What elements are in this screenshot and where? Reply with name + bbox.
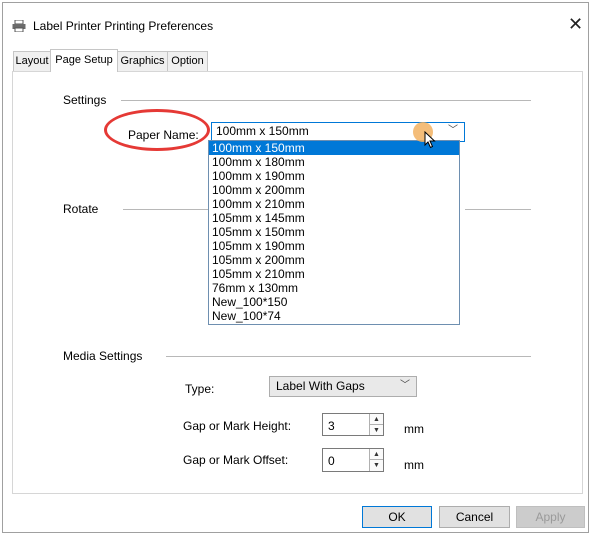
dropdown-option[interactable]: 105mm x 150mm xyxy=(209,225,459,239)
ok-button[interactable]: OK xyxy=(362,506,432,528)
type-value: Label With Gaps xyxy=(276,379,365,393)
settings-section-label: Settings xyxy=(63,93,107,107)
media-section-label: Media Settings xyxy=(63,349,143,363)
tab-option[interactable]: Option xyxy=(167,51,208,71)
dropdown-option[interactable]: 105mm x 145mm xyxy=(209,211,459,225)
settings-divider xyxy=(121,100,531,101)
rotate-divider-right xyxy=(465,209,531,210)
tab-layout[interactable]: Layout xyxy=(13,51,51,71)
gap-height-spin-buttons: ▲ ▼ xyxy=(369,414,383,435)
gap-offset-value: 0 xyxy=(328,454,335,468)
chevron-down-icon: ﹀ xyxy=(448,125,458,136)
spin-up-icon[interactable]: ▲ xyxy=(370,414,383,425)
dropdown-option[interactable]: 100mm x 210mm xyxy=(209,197,459,211)
dropdown-option[interactable]: 100mm x 190mm xyxy=(209,169,459,183)
dropdown-option[interactable]: 105mm x 190mm xyxy=(209,239,459,253)
mouse-cursor-icon xyxy=(424,131,436,149)
dropdown-option[interactable]: 100mm x 150mm xyxy=(209,141,459,155)
dropdown-option[interactable]: 105mm x 210mm xyxy=(209,267,459,281)
gap-height-stepper[interactable]: 3 ▲ ▼ xyxy=(322,413,384,436)
window-title: Label Printer Printing Preferences xyxy=(33,19,214,33)
gap-offset-unit: mm xyxy=(404,458,424,472)
rotate-section-label: Rotate xyxy=(63,202,99,216)
gap-height-value: 3 xyxy=(328,419,335,433)
spin-down-icon[interactable]: ▼ xyxy=(370,460,383,471)
dropdown-option[interactable]: New_100*150 xyxy=(209,295,459,309)
tab-graphics[interactable]: Graphics xyxy=(117,51,168,71)
title-bar: Label Printer Printing Preferences ✕ xyxy=(3,3,588,43)
annotation-circle xyxy=(104,109,210,151)
type-select[interactable]: Label With Gaps ﹀ xyxy=(269,376,417,397)
dropdown-option[interactable]: 105mm x 200mm xyxy=(209,253,459,267)
gap-offset-stepper[interactable]: 0 ▲ ▼ xyxy=(322,448,384,472)
media-divider xyxy=(166,356,531,357)
gap-height-label: Gap or Mark Height: xyxy=(183,419,292,433)
rotate-divider-left xyxy=(123,209,211,210)
dropdown-option[interactable]: New_100*74 xyxy=(209,309,459,323)
gap-offset-spin-buttons: ▲ ▼ xyxy=(369,449,383,471)
paper-name-dropdown-list: 100mm x 150mm 100mm x 180mm 100mm x 190mm 1… xyxy=(208,140,460,325)
chevron-down-icon: ﹀ xyxy=(400,380,410,391)
dropdown-option[interactable]: 76mm x 130mm xyxy=(209,281,459,295)
printer-icon xyxy=(12,20,26,32)
spin-up-icon[interactable]: ▲ xyxy=(370,449,383,460)
spin-down-icon[interactable]: ▼ xyxy=(370,425,383,436)
apply-button: Apply xyxy=(516,506,585,528)
tab-page-setup[interactable]: Page Setup xyxy=(50,49,118,72)
gap-height-unit: mm xyxy=(404,422,424,436)
paper-name-value: 100mm x 150mm xyxy=(216,124,309,138)
close-icon[interactable]: ✕ xyxy=(568,14,583,35)
gap-offset-label: Gap or Mark Offset: xyxy=(183,453,289,467)
type-label: Type: xyxy=(185,382,215,396)
cancel-button[interactable]: Cancel xyxy=(439,506,510,528)
dropdown-option[interactable]: 100mm x 180mm xyxy=(209,155,459,169)
dropdown-option[interactable]: 100mm x 200mm xyxy=(209,183,459,197)
